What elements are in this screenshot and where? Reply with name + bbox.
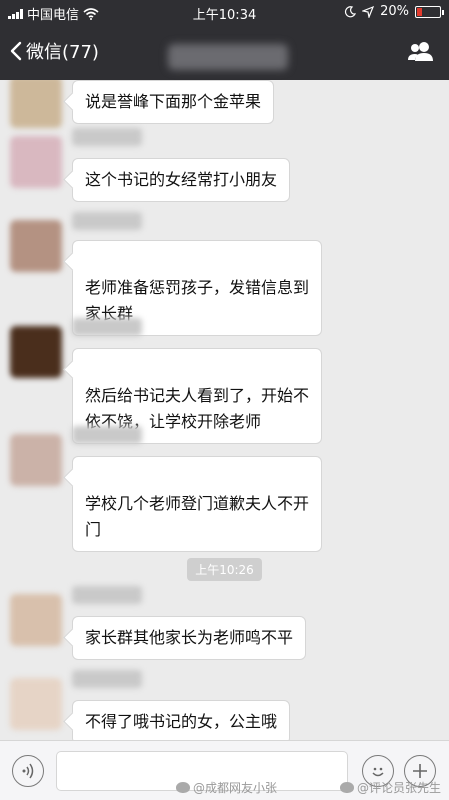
sender-name-redacted (72, 586, 142, 604)
watermark-text: @评论员张先生 (357, 781, 442, 795)
watermark-right: @评论员张先生 (340, 779, 441, 796)
voice-icon (22, 763, 34, 779)
chevron-left-icon (10, 41, 22, 61)
avatar[interactable] (10, 434, 62, 486)
avatar[interactable] (10, 136, 62, 188)
message-bubble[interactable]: 说是誉峰下面那个金苹果 (72, 80, 275, 124)
avatar[interactable] (10, 326, 62, 378)
sender-name-redacted (72, 212, 142, 230)
sender-name-redacted (72, 670, 142, 688)
chat-title-redacted (168, 44, 288, 70)
status-bar: 中国电信 上午10:34 20% (0, 0, 449, 24)
status-right: 20% (344, 4, 444, 19)
message-text: 老师准备惩罚孩子，发错信息到 家长群 (85, 278, 310, 323)
group-members-icon (408, 42, 433, 61)
message-text: 说是誉峰下面那个金苹果 (85, 92, 262, 111)
weibo-icon (176, 782, 190, 793)
sender-name-redacted (72, 318, 142, 336)
message-text: 家长群其他家长为老师鸣不平 (85, 628, 294, 647)
message-bubble[interactable]: 不得了哦书记的女，公主哦 (72, 700, 291, 740)
sender-name-redacted (72, 426, 142, 444)
message-bubble[interactable]: 这个书记的女经常打小朋友 (72, 158, 291, 202)
nav-bar: 微信(77) (0, 30, 449, 74)
watermark-left: @成都网友小张 (176, 779, 277, 796)
avatar[interactable] (10, 80, 62, 128)
message-text: 然后给书记夫人看到了，开始不 依不饶，让学校开除老师 (85, 386, 310, 431)
battery-icon (415, 5, 444, 18)
watermark-text: @成都网友小张 (193, 781, 278, 795)
battery-fill (417, 7, 422, 16)
back-button[interactable]: 微信(77) (10, 38, 99, 64)
back-label: 微信(77) (26, 42, 99, 63)
chat-area[interactable]: 说是誉峰下面那个金苹果 这个书记的女经常打小朋友 老师准备惩罚孩子，发错信息到 … (0, 80, 449, 740)
voice-input-button[interactable] (12, 755, 44, 787)
message-text: 这个书记的女经常打小朋友 (85, 170, 278, 189)
avatar[interactable] (10, 594, 62, 646)
message-bubble[interactable]: 学校几个老师登门道歉夫人不开 门 (72, 456, 323, 552)
chat-info-button[interactable] (407, 40, 435, 66)
message-text: 不得了哦书记的女，公主哦 (85, 712, 278, 731)
avatar[interactable] (10, 678, 62, 730)
battery-percent: 20% (380, 4, 409, 19)
weibo-icon (340, 782, 354, 793)
location-arrow-icon (362, 5, 375, 18)
top-bar: 中国电信 上午10:34 20% 微信(77) (0, 0, 449, 80)
timestamp-label: 上午10:26 (187, 558, 262, 581)
moon-icon (345, 5, 357, 17)
message-bubble[interactable]: 家长群其他家长为老师鸣不平 (72, 616, 307, 660)
sender-name-redacted (72, 128, 142, 146)
message-text: 学校几个老师登门道歉夫人不开 门 (85, 494, 310, 539)
time-divider: 上午10:26 (0, 558, 449, 581)
avatar[interactable] (10, 220, 62, 272)
smiley-icon (372, 767, 384, 777)
plus-icon (413, 764, 427, 778)
